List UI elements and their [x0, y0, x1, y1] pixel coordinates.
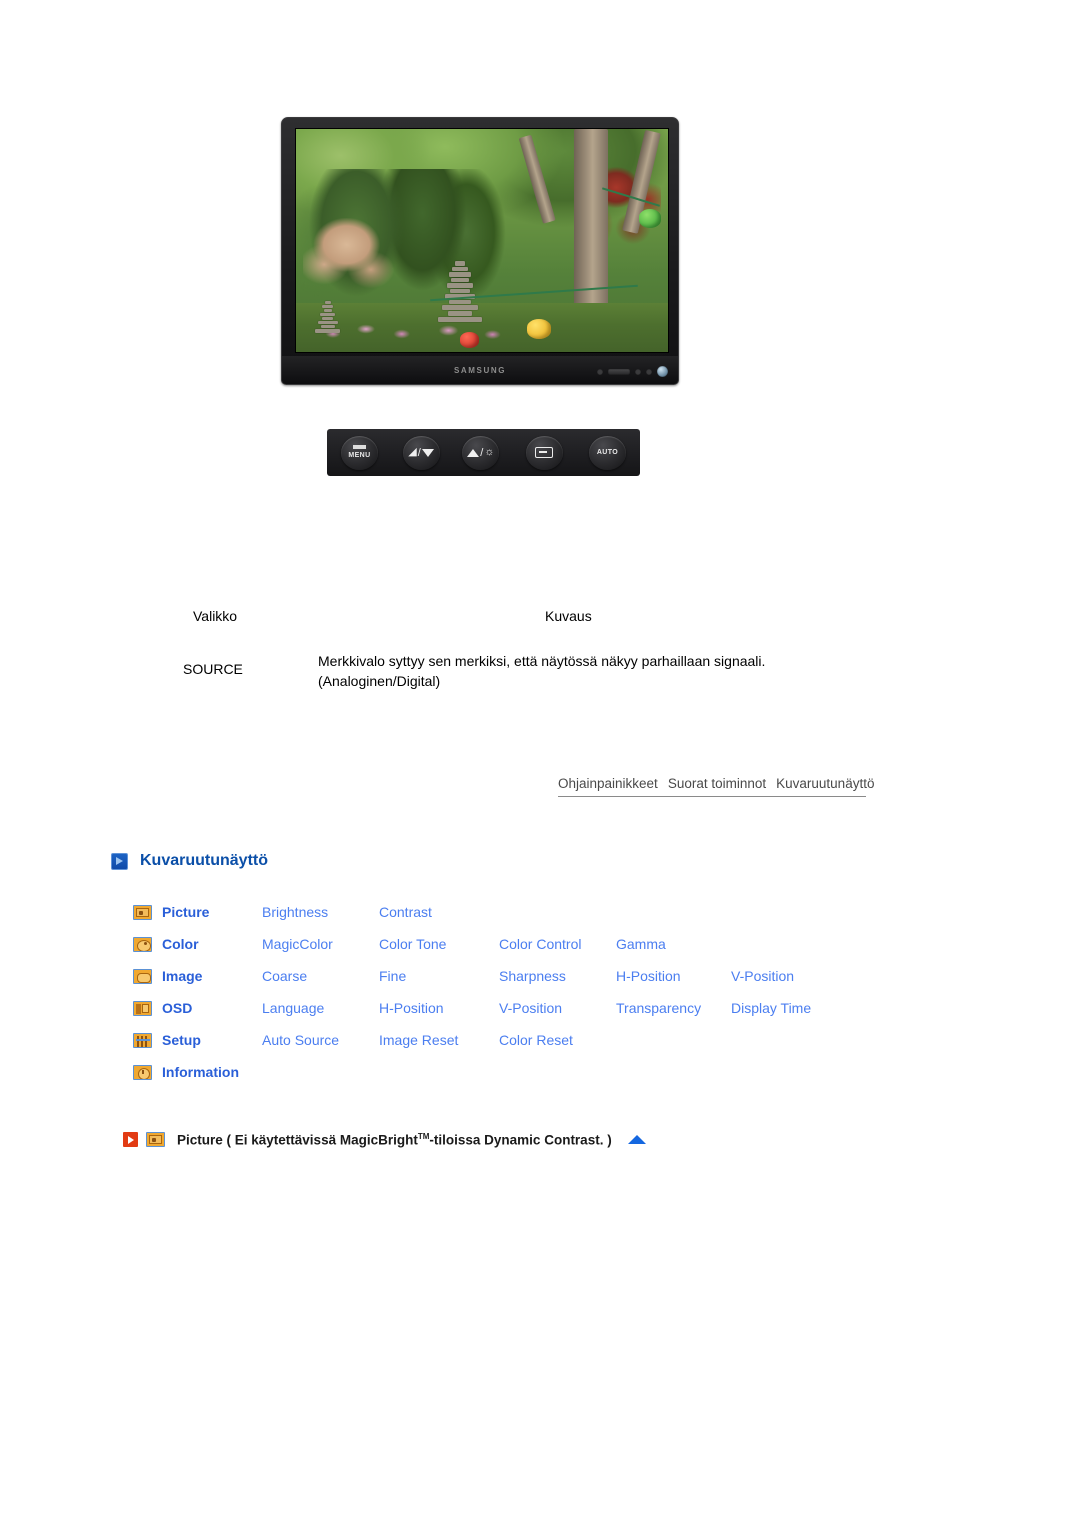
power-button-icon[interactable] — [657, 366, 668, 377]
bezel-key-3[interactable] — [646, 368, 652, 375]
osd-icon — [133, 1000, 152, 1016]
osd-item-transparency[interactable]: Transparency — [616, 1000, 731, 1016]
nav-link-list: Ohjainpainikkeet Suorat toiminnot Kuvaru… — [558, 776, 874, 791]
bezel-key-rocker[interactable] — [608, 368, 630, 375]
picture-section-header: Picture ( Ei käytettävissä MagicBrightTM… — [123, 1132, 646, 1148]
osd-row-image: Image Coarse Fine Sharpness H-Position V… — [133, 960, 953, 992]
scene-lantern-yellow — [526, 318, 551, 339]
osd-menu-grid: Picture Brightness Contrast Color MagicC… — [133, 896, 953, 1088]
color-icon — [133, 936, 152, 952]
osd-item-auto-source[interactable]: Auto Source — [262, 1032, 379, 1048]
monitor-screen — [295, 128, 669, 353]
osd-row-information: Information — [133, 1056, 953, 1088]
bezel-key-1[interactable] — [597, 368, 603, 375]
nav-divider — [558, 796, 866, 797]
section-heading: Kuvaruutunäyttö — [111, 852, 268, 870]
osd-row-color: Color MagicColor Color Tone Color Contro… — [133, 928, 953, 960]
osd-item-image-v-position[interactable]: V-Position — [731, 968, 851, 984]
down-button[interactable]: ◢ / — [402, 435, 440, 470]
samsung-logo: SAMSUNG — [453, 365, 507, 375]
menu-button-label: MENU — [348, 452, 371, 459]
down-arrow-icon: ◢ / — [408, 447, 434, 459]
table-header-description: Kuvaus — [545, 608, 592, 624]
osd-item-contrast[interactable]: Contrast — [379, 904, 499, 920]
trademark-symbol: TM — [417, 1132, 430, 1141]
osd-row-osd: OSD Language H-Position V-Position Trans… — [133, 992, 953, 1024]
menu-bars-icon — [352, 445, 366, 451]
nav-link-suorat-toiminnot[interactable]: Suorat toiminnot — [668, 776, 766, 791]
back-to-top-icon[interactable] — [627, 1135, 646, 1145]
picture-icon — [133, 904, 152, 920]
scene-lantern-green — [638, 209, 661, 229]
osd-category-osd[interactable]: OSD — [162, 1000, 262, 1016]
picture-note-after: -tiloissa Dynamic Contrast. ) — [429, 1132, 612, 1148]
brightness-up-button[interactable]: / ☼ — [462, 435, 500, 470]
auto-button[interactable]: AUTO — [589, 435, 626, 470]
osd-item-osd-v-position[interactable]: V-Position — [499, 1000, 616, 1016]
nav-link-ohjainpainikkeet[interactable]: Ohjainpainikkeet — [558, 776, 658, 791]
osd-item-language[interactable]: Language — [262, 1000, 379, 1016]
osd-category-setup[interactable]: Setup — [162, 1032, 262, 1048]
red-arrow-icon — [123, 1132, 138, 1148]
osd-item-coarse[interactable]: Coarse — [262, 968, 379, 984]
scene-stone-pagoda-main — [437, 261, 483, 323]
osd-item-magiccolor[interactable]: MagicColor — [262, 936, 379, 952]
monitor-figure: SAMSUNG — [281, 117, 679, 385]
menu-button[interactable]: MENU — [341, 435, 378, 470]
enter-source-icon — [535, 447, 554, 458]
nav-link-kuvaruutunaytto[interactable]: Kuvaruutunäyttö — [776, 776, 874, 791]
osd-item-color-control[interactable]: Color Control — [499, 936, 616, 952]
osd-category-color[interactable]: Color — [162, 936, 262, 952]
blue-arrow-icon — [111, 852, 128, 870]
osd-item-sharpness[interactable]: Sharpness — [499, 968, 616, 984]
page-nav: Ohjainpainikkeet Suorat toiminnot Kuvaru… — [558, 776, 874, 797]
scene-pale-maple — [303, 218, 401, 308]
osd-item-color-tone[interactable]: Color Tone — [379, 936, 499, 952]
table-cell-menu-source: SOURCE — [183, 661, 243, 677]
picture-note-before: Picture ( Ei käytettävissä MagicBright — [177, 1132, 418, 1148]
osd-item-image-h-position[interactable]: H-Position — [616, 968, 731, 984]
table-header-menu: Valikko — [193, 608, 238, 624]
osd-row-picture: Picture Brightness Contrast — [133, 896, 953, 928]
page-title: Kuvaruutunäyttö — [140, 852, 268, 869]
monitor-bezel-bottom: SAMSUNG — [282, 356, 678, 384]
monitor-body: SAMSUNG — [281, 117, 679, 385]
auto-button-label: AUTO — [596, 448, 619, 456]
garden-scene-image — [296, 129, 668, 352]
setup-icon — [133, 1032, 152, 1048]
osd-category-picture[interactable]: Picture — [162, 904, 262, 920]
bezel-key-2[interactable] — [635, 368, 641, 375]
osd-item-fine[interactable]: Fine — [379, 968, 499, 984]
enter-source-button[interactable] — [525, 435, 563, 470]
table-cell-description-source: Merkkivalo syttyy sen merkiksi, että näy… — [318, 653, 766, 689]
osd-category-image[interactable]: Image — [162, 968, 262, 984]
image-icon — [133, 968, 152, 984]
osd-row-setup: Setup Auto Source Image Reset Color Rese… — [133, 1024, 953, 1056]
picture-icon — [146, 1132, 165, 1148]
scene-lantern-red — [459, 331, 479, 348]
information-icon — [133, 1064, 152, 1080]
osd-item-brightness[interactable]: Brightness — [262, 904, 379, 920]
osd-item-gamma[interactable]: Gamma — [616, 936, 731, 952]
scene-stone-pagoda-small — [315, 301, 341, 334]
control-button-strip: MENU ◢ / / ☼ AUTO — [327, 429, 640, 476]
osd-category-information[interactable]: Information — [162, 1064, 262, 1080]
osd-item-color-reset[interactable]: Color Reset — [499, 1032, 616, 1048]
osd-item-image-reset[interactable]: Image Reset — [379, 1032, 499, 1048]
bezel-button-row[interactable] — [597, 366, 668, 377]
osd-item-display-time[interactable]: Display Time — [731, 1000, 851, 1016]
osd-item-osd-h-position[interactable]: H-Position — [379, 1000, 499, 1016]
brightness-up-icon: / ☼ — [467, 447, 494, 459]
picture-note-text: Picture ( Ei käytettävissä MagicBrightTM… — [177, 1132, 612, 1148]
